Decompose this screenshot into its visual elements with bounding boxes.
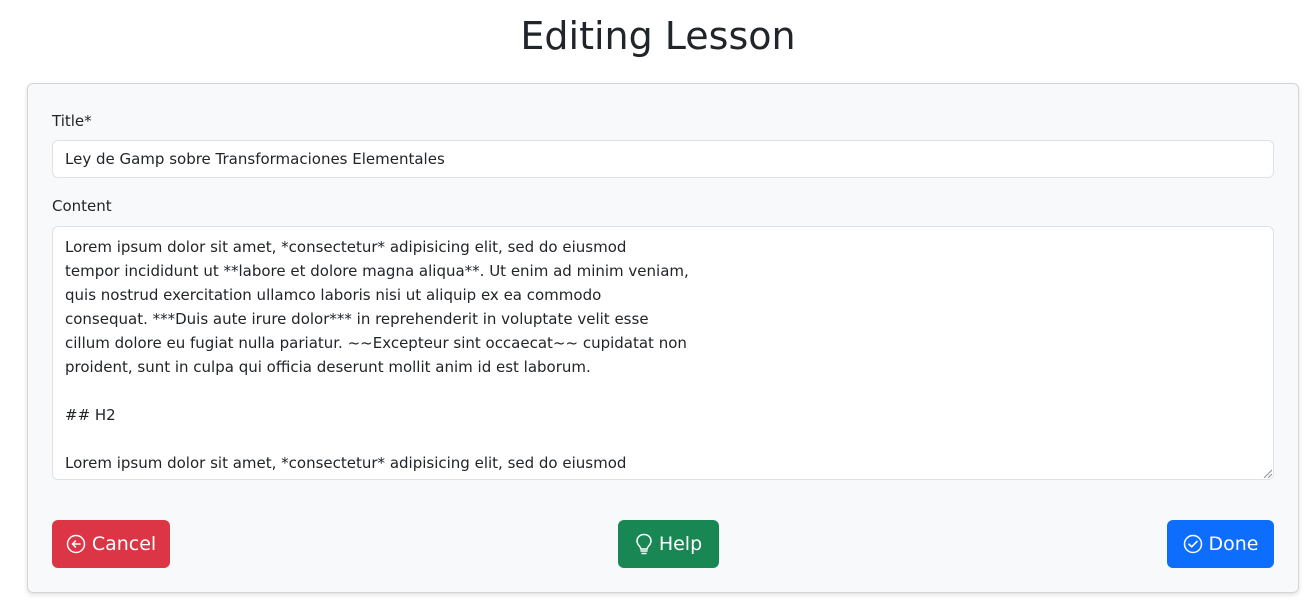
title-label: Title*: [52, 112, 92, 130]
check-circle-icon: [1183, 534, 1202, 554]
done-button-label: Done: [1208, 533, 1259, 555]
arrow-left-circle-icon: [66, 534, 86, 554]
title-input[interactable]: [52, 140, 1274, 178]
help-button-label: Help: [658, 533, 703, 555]
cancel-button-label: Cancel: [91, 533, 157, 555]
content-textarea[interactable]: Lorem ipsum dolor sit amet, *consectetur…: [52, 226, 1274, 480]
page-title: Editing Lesson: [520, 14, 796, 58]
lightbulb-icon: [636, 533, 652, 555]
lesson-form-card: Title* Content Lorem ipsum dolor sit ame…: [27, 83, 1299, 593]
resize-grip-icon[interactable]: [1262, 468, 1272, 478]
content-label: Content: [52, 197, 112, 215]
help-button[interactable]: Help: [618, 520, 719, 568]
done-button[interactable]: Done: [1167, 520, 1274, 568]
cancel-button[interactable]: Cancel: [52, 520, 170, 568]
